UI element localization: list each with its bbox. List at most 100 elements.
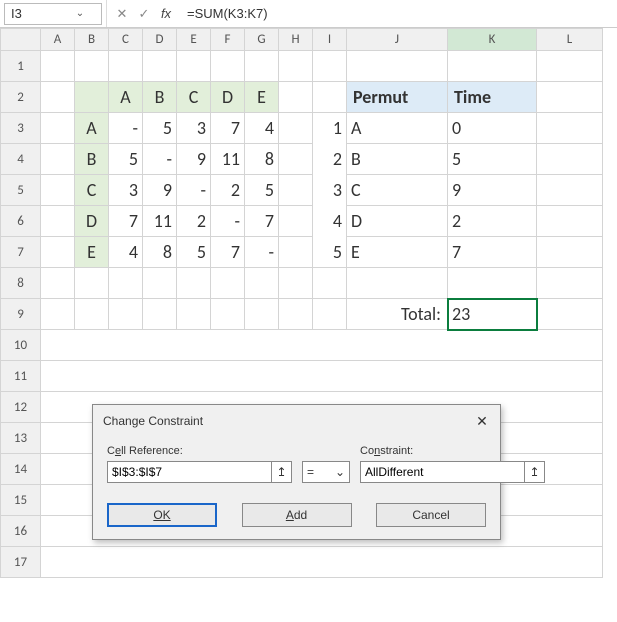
select-all-corner[interactable] (1, 29, 41, 51)
cell[interactable]: 3 (177, 113, 211, 144)
add-button[interactable]: Add (242, 503, 352, 527)
cell[interactable]: - (177, 175, 211, 206)
cell[interactable]: 2 (177, 206, 211, 237)
col-header[interactable]: L (537, 29, 603, 51)
cell[interactable]: 2 (448, 206, 537, 237)
cell[interactable]: D (75, 206, 109, 237)
row-header[interactable]: 9 (1, 299, 41, 330)
cell[interactable]: Time (448, 82, 537, 113)
row-header[interactable]: 5 (1, 175, 41, 206)
cell[interactable]: - (211, 206, 245, 237)
cell[interactable]: D (347, 206, 448, 237)
col-header[interactable]: A (41, 29, 75, 51)
cell[interactable]: 9 (448, 175, 537, 206)
constraint-input[interactable]: ↥ (360, 461, 545, 483)
cell[interactable]: 9 (143, 175, 177, 206)
row-header[interactable]: 10 (1, 330, 41, 361)
name-box[interactable]: I3 ⌄ (4, 3, 102, 25)
cell-selected[interactable]: 4 (313, 206, 347, 237)
col-header[interactable]: I (313, 29, 347, 51)
cell[interactable]: 5 (245, 175, 279, 206)
cell[interactable]: 11 (211, 144, 245, 175)
fx-icon[interactable]: fx (157, 5, 175, 23)
range-picker-icon[interactable]: ↥ (524, 462, 544, 482)
cell[interactable]: 7 (109, 206, 143, 237)
total-label-cell[interactable]: Total: (347, 299, 448, 330)
cell[interactable]: 5 (448, 144, 537, 175)
cell[interactable]: B (347, 144, 448, 175)
objective-cell[interactable]: 23 (448, 299, 537, 330)
cell[interactable]: 7 (245, 206, 279, 237)
cell[interactable]: 0 (448, 113, 537, 144)
row-header[interactable]: 13 (1, 423, 41, 454)
cancel-button[interactable]: Cancel (376, 503, 486, 527)
row-header[interactable]: 4 (1, 144, 41, 175)
row-header[interactable]: 3 (1, 113, 41, 144)
cell[interactable]: 5 (177, 237, 211, 268)
cell[interactable]: 9 (177, 144, 211, 175)
cell[interactable]: - (245, 237, 279, 268)
cell[interactable]: 7 (448, 237, 537, 268)
row-header[interactable]: 1 (1, 51, 41, 82)
col-header[interactable]: D (143, 29, 177, 51)
cell-selected[interactable]: 5 (313, 237, 347, 268)
cell[interactable]: A (75, 113, 109, 144)
col-header-selected[interactable]: K (448, 29, 537, 51)
row-header[interactable]: 17 (1, 547, 41, 578)
row-header[interactable]: 8 (1, 268, 41, 299)
cell[interactable]: A (109, 82, 143, 113)
cell[interactable]: 4 (109, 237, 143, 268)
row-header[interactable]: 16 (1, 516, 41, 547)
cell[interactable]: 3 (109, 175, 143, 206)
row-header[interactable]: 12 (1, 392, 41, 423)
col-header[interactable]: G (245, 29, 279, 51)
row-header[interactable]: 2 (1, 82, 41, 113)
cell[interactable]: 5 (143, 113, 177, 144)
name-box-dropdown-icon[interactable]: ⌄ (53, 8, 101, 19)
cell[interactable]: 2 (211, 175, 245, 206)
cell[interactable]: 4 (245, 113, 279, 144)
cell[interactable]: - (143, 144, 177, 175)
cell[interactable]: C (75, 175, 109, 206)
cell[interactable]: 5 (109, 144, 143, 175)
cell[interactable]: B (143, 82, 177, 113)
col-header[interactable]: F (211, 29, 245, 51)
cell-selected[interactable]: 1 (313, 113, 347, 144)
col-header[interactable]: H (279, 29, 313, 51)
cell[interactable]: 7 (211, 113, 245, 144)
cell[interactable]: D (211, 82, 245, 113)
cell-reference-field[interactable] (108, 462, 271, 482)
cell-selected[interactable]: 2 (313, 144, 347, 175)
col-header[interactable]: J (347, 29, 448, 51)
ok-button[interactable]: OK (107, 503, 217, 527)
row-header[interactable]: 11 (1, 361, 41, 392)
cell[interactable]: E (245, 82, 279, 113)
cell[interactable]: E (75, 237, 109, 268)
col-header[interactable]: C (109, 29, 143, 51)
cell[interactable]: B (75, 144, 109, 175)
cell[interactable]: C (177, 82, 211, 113)
cell[interactable]: - (109, 113, 143, 144)
range-picker-icon[interactable]: ↥ (271, 462, 291, 482)
row-header[interactable]: 15 (1, 485, 41, 516)
row-header[interactable]: 6 (1, 206, 41, 237)
constraint-field[interactable] (361, 462, 524, 482)
row-header[interactable]: 7 (1, 237, 41, 268)
accept-icon[interactable]: ✓ (135, 5, 153, 23)
close-icon[interactable]: ✕ (472, 411, 492, 431)
cell[interactable]: C (347, 175, 448, 206)
operator-select[interactable]: = ⌄ (302, 461, 350, 483)
col-header[interactable]: B (75, 29, 109, 51)
cell[interactable]: 8 (245, 144, 279, 175)
cell[interactable]: 11 (143, 206, 177, 237)
cell-selected[interactable]: 3 (313, 175, 347, 206)
cell[interactable]: 7 (211, 237, 245, 268)
cell[interactable] (75, 82, 109, 113)
cell[interactable]: Permut (347, 82, 448, 113)
cell[interactable]: 8 (143, 237, 177, 268)
cell[interactable]: A (347, 113, 448, 144)
col-header[interactable]: E (177, 29, 211, 51)
cell[interactable]: E (347, 237, 448, 268)
formula-input[interactable] (181, 6, 617, 21)
dialog-titlebar[interactable]: Change Constraint ✕ (93, 405, 500, 441)
